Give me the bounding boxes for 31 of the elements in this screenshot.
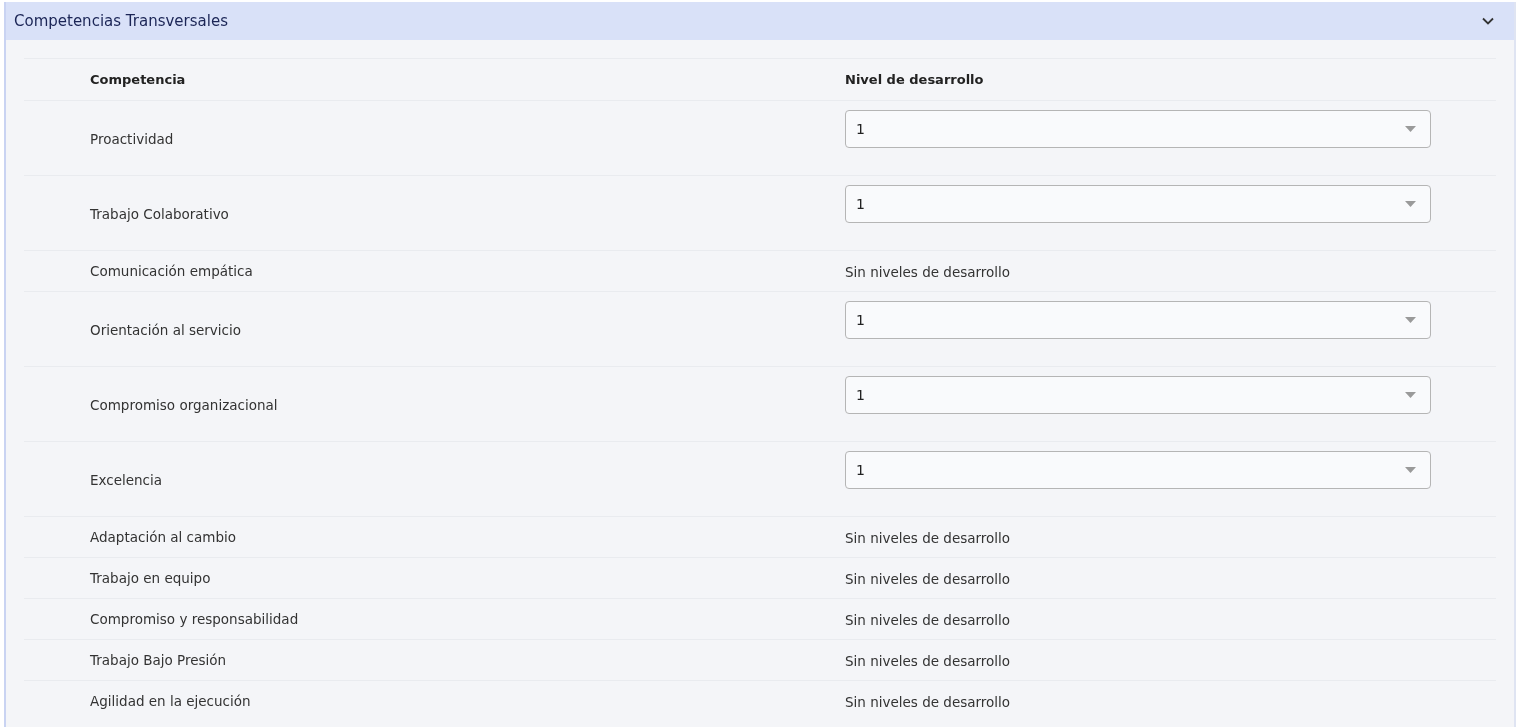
column-header: Competencia [90,72,187,87]
table-cell-text: Trabajo en equipo [90,570,212,586]
table-cell-text: Comunicación empática [90,263,254,279]
caret-icon [1405,317,1416,323]
table-cell-text: Agilidad en la ejecución [90,693,252,709]
accordion-header[interactable]: Competencias Transversales [6,2,1514,40]
caret-icon [1405,467,1416,473]
caret-icon [1405,201,1416,207]
level-select[interactable]: 1 [845,451,1431,489]
table-cell: Sin niveles de desarrollo [845,529,1011,546]
column-header: Nivel de desarrollo [845,72,985,87]
table-cell: Sin niveles de desarrollo [845,570,1011,587]
caret-icon [1405,392,1416,398]
table-cell-text: Excelencia [90,472,164,490]
level-select[interactable]: 1 [845,301,1431,339]
table-cell-text: Proactividad [90,131,175,149]
level-select[interactable]: 1 [845,185,1431,223]
level-select[interactable]: 1 [845,376,1431,414]
table-cell-text: Trabajo Colaborativo [90,206,230,224]
level-select[interactable]: 1 [845,110,1431,148]
table-cell: Sin niveles de desarrollo [845,652,1011,669]
table-cell: Sin niveles de desarrollo [845,693,1011,710]
table-cell-text: Adaptación al cambio [90,529,237,545]
panel-title: Competencias Transversales [14,12,228,30]
table-cell: Sin niveles de desarrollo [845,263,1011,280]
table-cell: Sin niveles de desarrollo [845,611,1011,628]
table-cell-text: Trabajo Bajo Presión [90,652,228,668]
table-cell-text: Compromiso y responsabilidad [90,611,300,627]
table-cell-text: Orientación al servicio [90,322,242,340]
caret-icon [1405,126,1416,132]
table-cell-text: Compromiso organizacional [90,397,279,415]
